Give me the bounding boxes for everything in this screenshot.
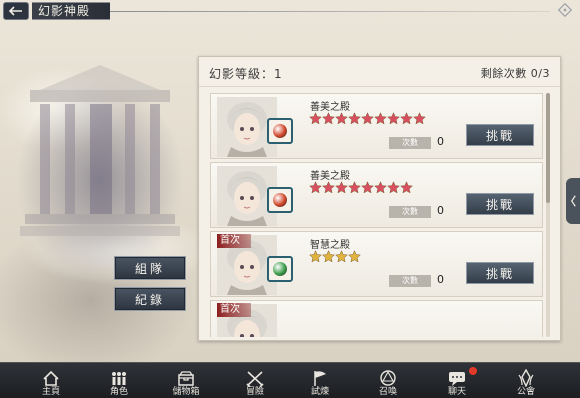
stage-name: 善美之殿: [310, 102, 350, 113]
star-icon: [322, 250, 335, 263]
star-icon: [413, 112, 426, 125]
record-button[interactable]: 紀錄: [114, 287, 186, 311]
bottom-navigation: 主頁 角色 儲物箱 冒險 試煉 召喚 聊天 公會: [0, 362, 580, 398]
nav-flag[interactable]: 試煉: [288, 363, 352, 398]
nav-summon-circle[interactable]: 召喚: [356, 363, 420, 398]
difficulty-stars: [309, 250, 361, 264]
element-gem-icon: [267, 187, 293, 213]
star-icon: [348, 112, 361, 125]
back-button[interactable]: [3, 2, 29, 20]
nav-home[interactable]: 主頁: [19, 363, 83, 398]
title-divider: [110, 11, 550, 12]
challenge-button[interactable]: 挑戰: [466, 193, 534, 215]
star-icon: [335, 250, 348, 263]
nav-label: 主頁: [41, 387, 60, 397]
difficulty-stars: [309, 112, 426, 126]
nav-label: 儲物箱: [172, 387, 200, 397]
difficulty-stars: [309, 181, 413, 195]
nav-label: 聊天: [447, 387, 466, 397]
star-icon: [400, 112, 413, 125]
star-icon: [361, 181, 374, 194]
home-icon: [43, 370, 59, 386]
stage-row[interactable]: 首次 智慧之殿次數 0 挑戰: [210, 231, 543, 297]
star-icon: [374, 181, 387, 194]
element-gem-icon: [267, 256, 293, 282]
nav-characters[interactable]: 角色: [87, 363, 151, 398]
side-drawer-tab[interactable]: [566, 178, 580, 224]
star-icon: [387, 181, 400, 194]
panel-header: 幻影等級：1 剩餘次數 0/3: [199, 57, 560, 87]
summon-circle-icon: [380, 370, 396, 386]
info-button[interactable]: [554, 1, 576, 19]
scrollbar[interactable]: [546, 93, 550, 337]
page-title: 幻影神殿: [32, 2, 110, 20]
star-icon: [374, 112, 387, 125]
count-label: 次數: [389, 275, 431, 287]
star-icon: [400, 181, 413, 194]
stage-row[interactable]: 善美之殿次數 0 挑戰: [210, 162, 543, 228]
count-label: 次數: [389, 206, 431, 218]
chat-bubble-icon: [449, 372, 465, 386]
count-value: 0: [437, 204, 444, 217]
back-arrow-icon: [8, 6, 22, 16]
nav-label: 冒險: [245, 387, 264, 397]
phantom-level: 幻影等級：1: [209, 67, 283, 81]
challenge-button[interactable]: 挑戰: [466, 262, 534, 284]
remaining-attempts: 剩餘次數 0/3: [480, 67, 550, 80]
star-icon: [361, 112, 374, 125]
top-bar: 幻影神殿: [0, 0, 580, 22]
count-label: 次數: [389, 137, 431, 149]
team-button[interactable]: 組隊: [114, 256, 186, 280]
crossed-swords-icon: [246, 371, 264, 387]
stage-list[interactable]: 善美之殿 次數 0 挑戰 善美之殿 次數 0 挑戰 首次 智慧之殿 次數 0 挑戰 首次: [210, 93, 543, 337]
star-icon: [309, 181, 322, 194]
temple-illustration: [20, 60, 180, 260]
nav-guild-emblem[interactable]: 公會: [494, 363, 558, 398]
star-icon: [348, 181, 361, 194]
guild-emblem-icon: [518, 369, 534, 387]
count-value: 0: [437, 273, 444, 286]
first-clear-tag: 首次: [217, 303, 251, 317]
count-value: 0: [437, 135, 444, 148]
storage-box-icon: [178, 371, 194, 386]
chevron-left-icon: [570, 195, 576, 207]
element-gem-icon: [267, 118, 293, 144]
star-icon: [387, 112, 400, 125]
first-clear-tag: 首次: [217, 234, 251, 248]
star-icon: [335, 112, 348, 125]
star-icon: [322, 112, 335, 125]
notification-badge: [469, 367, 477, 375]
nav-label: 公會: [516, 387, 535, 397]
nav-label: 試煉: [310, 387, 329, 397]
nav-label: 角色: [109, 387, 128, 397]
stage-row[interactable]: 善美之殿次數 0 挑戰: [210, 93, 543, 159]
scroll-thumb[interactable]: [546, 93, 550, 203]
stage-row[interactable]: 首次: [210, 300, 543, 337]
stage-name: 善美之殿: [310, 171, 350, 182]
diamond-info-icon: [557, 2, 573, 18]
star-icon: [335, 181, 348, 194]
challenge-button[interactable]: 挑戰: [466, 124, 534, 146]
phantom-temple-panel: 幻影等級：1 剩餘次數 0/3 善美之殿 次數 0 挑戰 善美之殿 次數 0 挑戰 首次 智慧之殿…: [198, 56, 561, 341]
stage-name: 智慧之殿: [310, 240, 350, 251]
characters-icon: [112, 372, 126, 385]
star-icon: [309, 112, 322, 125]
nav-chat-bubble[interactable]: 聊天: [425, 363, 489, 398]
nav-label: 召喚: [378, 387, 397, 397]
nav-crossed-swords[interactable]: 冒險: [223, 363, 287, 398]
flag-icon: [314, 371, 326, 386]
nav-storage-box[interactable]: 儲物箱: [154, 363, 218, 398]
star-icon: [348, 250, 361, 263]
star-icon: [309, 250, 322, 263]
star-icon: [322, 181, 335, 194]
